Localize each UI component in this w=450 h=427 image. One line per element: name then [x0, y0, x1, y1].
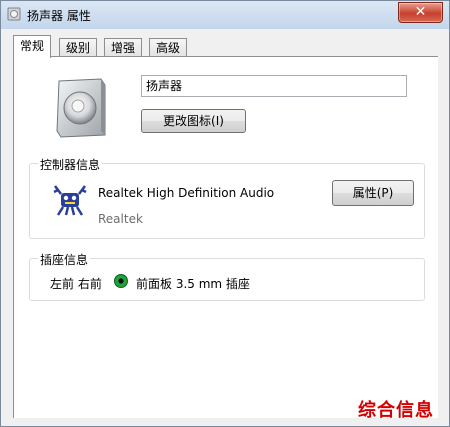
title-bar[interactable]: 扬声器 属性 ✕: [1, 1, 449, 29]
general-tab-panel: 更改图标(I) 控制器信息 Realtek High Definition Au…: [13, 56, 438, 418]
device-name-input[interactable]: [141, 75, 407, 97]
controller-name: Realtek High Definition Audio: [98, 186, 275, 200]
controller-vendor: Realtek: [98, 212, 143, 226]
tab-advanced[interactable]: 高级: [149, 38, 188, 57]
jack-info-title: 插座信息: [38, 251, 91, 268]
window-title: 扬声器 属性: [27, 9, 91, 23]
jack-location: 左前 右前: [50, 277, 102, 291]
jack-description: 前面板 3.5 mm 插座: [136, 277, 250, 291]
jack-info-group: 插座信息 左前 右前 前面板 3.5 mm 插座: [29, 251, 425, 301]
close-button[interactable]: ✕: [398, 2, 443, 23]
watermark-text: 综合信息: [358, 400, 434, 421]
change-icon-button[interactable]: 更改图标(I): [141, 109, 246, 133]
speaker-icon: [7, 7, 21, 21]
tab-strip: 常规 级别 增强 高级: [13, 35, 443, 58]
tab-general[interactable]: 常规: [13, 35, 52, 58]
tab-enhancements[interactable]: 增强: [104, 38, 143, 57]
jack-color-icon: [114, 274, 128, 288]
speaker-properties-window: 扬声器 属性 ✕ 常规 级别 增强 高级 扬声器 更改图标(I) 控制器信息 R…: [0, 0, 450, 427]
realtek-crab-icon: [53, 185, 87, 216]
speaker-device-icon: [56, 78, 106, 138]
controller-info-title: 控制器信息: [38, 156, 103, 173]
controller-info-group: 控制器信息 Realtek High Definition Audio Real…: [29, 156, 425, 239]
tab-levels[interactable]: 级别: [59, 38, 98, 57]
properties-button[interactable]: 属性(P): [332, 180, 414, 206]
close-icon: ✕: [414, 4, 427, 20]
